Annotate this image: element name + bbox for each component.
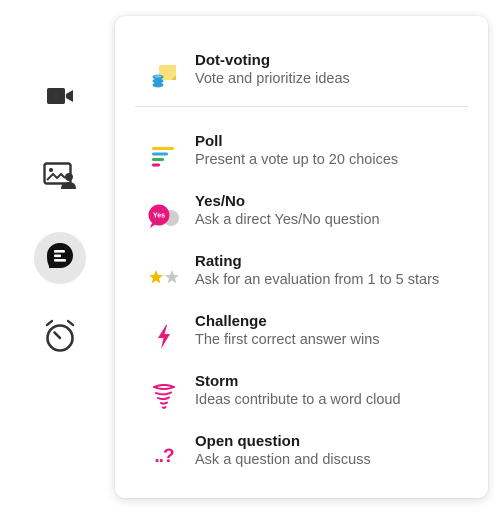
menu-item-description: Ask for an evaluation from 1 to 5 stars [195, 272, 440, 288]
yes-no-bubbles-icon: Yes [147, 200, 181, 234]
menu-item-description: Ask a direct Yes/No question [195, 212, 380, 228]
video-button[interactable] [34, 72, 86, 124]
menu-item-rating[interactable]: Rating Ask for an evaluation from 1 to 5… [115, 251, 488, 301]
timer-button[interactable] [34, 312, 86, 364]
menu-item-dot-voting[interactable]: Dot-voting Vote and prioritize ideas [115, 50, 488, 100]
menu-item-title: Open question [195, 433, 300, 450]
menu-item-description: The first correct answer wins [195, 332, 380, 348]
interactions-button[interactable] [34, 232, 86, 284]
menu-item-open-question[interactable]: ..? Open question Ask a question and dis… [115, 431, 488, 481]
menu-item-description: Vote and prioritize ideas [195, 71, 350, 87]
menu-divider [135, 106, 468, 107]
menu-item-title: Storm [195, 373, 239, 390]
menu-item-challenge[interactable]: Challenge The first correct answer wins [115, 311, 488, 361]
menu-item-title: Yes/No [195, 193, 246, 210]
interaction-type-menu: Dot-voting Vote and prioritize ideas Pol… [115, 16, 488, 498]
lightning-bolt-icon [147, 320, 181, 354]
rating-stars-icon [147, 260, 181, 294]
menu-item-title: Challenge [195, 313, 267, 330]
video-camera-icon [46, 86, 74, 111]
presenter-slides-icon [43, 161, 77, 195]
stopwatch-icon [44, 319, 76, 358]
chat-bubble-icon [46, 242, 74, 275]
menu-item-description: Present a vote up to 20 choices [195, 152, 399, 168]
menu-item-yes-no[interactable]: Yes Yes/No Ask a direct Yes/No question [115, 191, 488, 241]
menu-item-description: Ask a question and discuss [195, 452, 371, 468]
left-toolbar [0, 0, 115, 514]
menu-item-title: Poll [195, 133, 223, 150]
menu-item-description: Ideas contribute to a word cloud [195, 392, 401, 408]
open-question-icon: ..? [147, 440, 181, 474]
tornado-icon [147, 380, 181, 414]
menu-item-title: Dot-voting [195, 52, 270, 69]
menu-item-storm[interactable]: Storm Ideas contribute to a word cloud [115, 371, 488, 421]
presentation-button[interactable] [34, 152, 86, 204]
menu-item-poll[interactable]: Poll Present a vote up to 20 choices [115, 131, 488, 181]
open-question-glyph: ..? [154, 446, 174, 467]
yes-bubble-text: Yes [153, 213, 165, 220]
poll-bars-icon [147, 140, 181, 174]
dot-voting-icon [147, 59, 181, 93]
menu-item-title: Rating [195, 253, 242, 270]
